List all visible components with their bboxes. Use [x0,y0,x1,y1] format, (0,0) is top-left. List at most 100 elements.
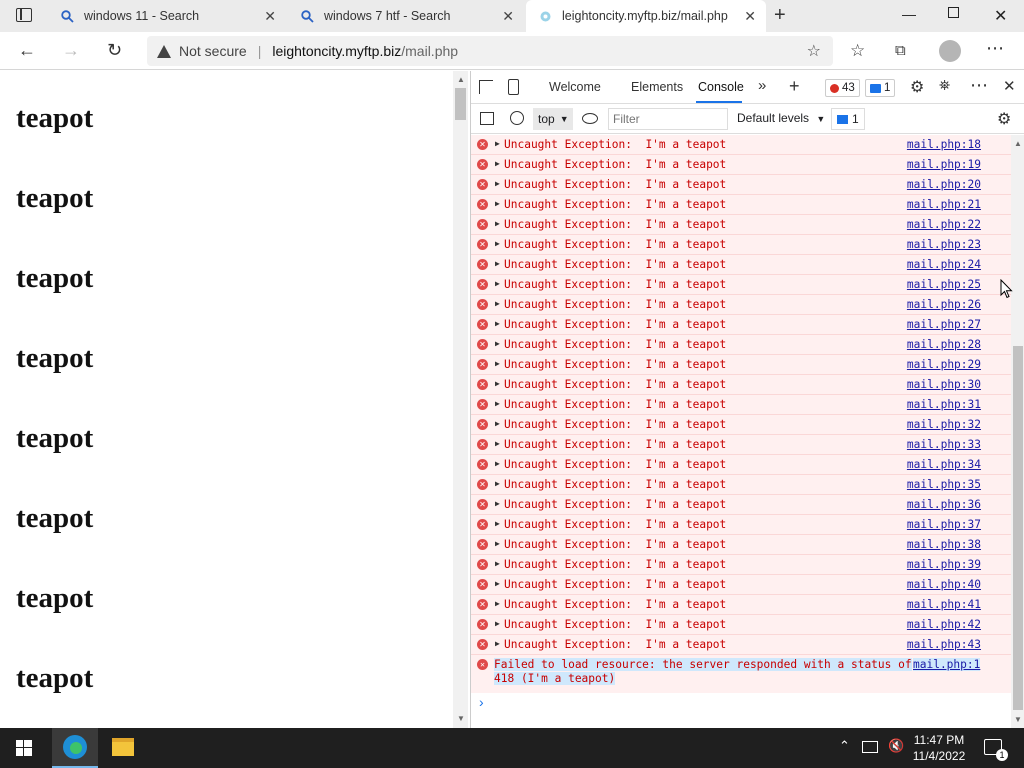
collections-icon[interactable]: ⧉ [895,42,906,59]
close-tab-icon[interactable]: ✕ [744,8,756,25]
expand-triangle-icon[interactable]: ▶ [495,299,500,308]
expand-triangle-icon[interactable]: ▶ [495,259,500,268]
edge-taskbar-icon[interactable] [52,728,98,768]
source-link[interactable]: mail.php:29 [907,358,981,371]
expand-triangle-icon[interactable]: ▶ [495,619,500,628]
console-error-row[interactable]: ✕ ▶ Uncaught Exception: I'm a teapot mail.p… [471,335,1011,355]
source-link[interactable]: mail.php:20 [907,178,981,191]
issues-badge[interactable]: 1 [831,108,865,130]
address-bar[interactable]: Not secure | leightoncity.myftp.biz/mail… [147,36,833,66]
tab-mail-php[interactable]: leightoncity.myftp.biz/mail.php ✕ [526,0,766,32]
refresh-button[interactable]: ↻ [107,40,122,61]
source-link[interactable]: mail.php:28 [907,338,981,351]
console-error-row[interactable]: ✕ ▶ Uncaught Exception: I'm a teapot mail.p… [471,535,1011,555]
console-error-row[interactable]: ✕ ▶ Uncaught Exception: I'm a teapot mail.p… [471,395,1011,415]
close-devtools-icon[interactable]: ✕ [1003,77,1016,95]
clock[interactable]: 11:47 PM 11/4/2022 [910,732,968,764]
back-button[interactable]: ← [18,40,36,61]
console-error-row[interactable]: ✕ ▶ Uncaught Exception: I'm a teapot mail.p… [471,195,1011,215]
console-error-row[interactable]: ✕ ▶ Uncaught Exception: I'm a teapot mail.p… [471,255,1011,275]
expand-triangle-icon[interactable]: ▶ [495,579,500,588]
source-link[interactable]: mail.php:22 [907,218,981,231]
source-link[interactable]: mail.php:30 [907,378,981,391]
scrollbar-thumb[interactable] [1013,346,1023,710]
expand-triangle-icon[interactable]: ▶ [495,319,500,328]
notification-center-icon[interactable]: 1 [984,739,1008,761]
source-link[interactable]: mail.php:18 [907,138,981,151]
live-expression-eye-icon[interactable] [582,113,598,124]
console-error-row[interactable]: ✕ ▶ Uncaught Exception: I'm a teapot mail.p… [471,375,1011,395]
expand-triangle-icon[interactable]: ▶ [495,479,500,488]
source-link[interactable]: mail.php:34 [907,458,981,471]
message-count-badge[interactable]: 1 [865,79,896,97]
console-error-row[interactable]: ✕ ▶ Uncaught Exception: I'm a teapot mail.p… [471,635,1011,655]
source-link[interactable]: mail.php:26 [907,298,981,311]
console-error-row[interactable]: ✕ ▶ Uncaught Exception: I'm a teapot mail.p… [471,435,1011,455]
expand-triangle-icon[interactable]: ▶ [495,399,500,408]
console-error-row[interactable]: ✕ ▶ Uncaught Exception: I'm a teapot mail.p… [471,295,1011,315]
console-error-row[interactable]: ✕ ▶ Uncaught Exception: I'm a teapot mail.p… [471,575,1011,595]
console-error-row[interactable]: ✕ ▶ Uncaught Exception: I'm a teapot mail.p… [471,155,1011,175]
console-error-row[interactable]: ✕ ▶ Uncaught Exception: I'm a teapot mail.p… [471,135,1011,155]
settings-gear-icon[interactable]: ⚙ [910,77,924,97]
tab-console[interactable]: Console [698,80,744,94]
device-emulation-icon[interactable] [508,79,519,95]
scrollbar-up-arrow[interactable]: ▲ [1014,139,1022,148]
expand-triangle-icon[interactable]: ▶ [495,499,500,508]
file-explorer-taskbar-icon[interactable] [112,738,134,756]
more-options-icon[interactable]: ⋯ [970,75,988,96]
console-error-row[interactable]: ✕ ▶ Uncaught Exception: I'm a teapot mail.p… [471,415,1011,435]
console-error-row[interactable]: ✕ ▶ Uncaught Exception: I'm a teapot mail.p… [471,495,1011,515]
expand-triangle-icon[interactable]: ▶ [495,139,500,148]
customize-icon[interactable]: ⛯ [939,77,950,94]
scrollbar-down-arrow[interactable]: ▼ [1014,715,1022,724]
source-link[interactable]: mail.php:40 [907,578,981,591]
sidebar-toggle-icon[interactable] [480,112,494,125]
restore-button[interactable] [948,7,959,18]
volume-icon[interactable]: 🔇 [888,738,904,754]
security-label[interactable]: Not secure [179,43,247,59]
source-link[interactable]: mail.php:31 [907,398,981,411]
console-error-row[interactable]: ✕ ▶ Uncaught Exception: I'm a teapot mail.p… [471,235,1011,255]
tab-windows7-search[interactable]: windows 7 htf - Search ✕ [288,0,524,32]
expand-triangle-icon[interactable]: ▶ [495,639,500,648]
console-error-row[interactable]: ✕ ▶ Uncaught Exception: I'm a teapot mail.p… [471,315,1011,335]
source-link[interactable]: mail.php:33 [907,438,981,451]
new-tab-button[interactable]: + [774,4,786,27]
expand-triangle-icon[interactable]: ▶ [495,219,500,228]
console-error-row[interactable]: ✕ ▶ Uncaught Exception: I'm a teapot mail.p… [471,275,1011,295]
source-link[interactable]: mail.php:32 [907,418,981,431]
close-window-button[interactable]: ✕ [994,6,1007,26]
console-error-row[interactable]: ✕ ▶ Uncaught Exception: I'm a teapot mail.p… [471,175,1011,195]
settings-more-icon[interactable]: ⋯ [986,38,1004,59]
show-hidden-icons[interactable]: ⌃ [839,738,850,754]
tab-elements[interactable]: Elements [631,80,683,94]
expand-triangle-icon[interactable]: ▶ [495,439,500,448]
context-selector[interactable]: top ▼ [533,108,573,130]
close-tab-icon[interactable]: ✕ [502,8,514,25]
console-error-row[interactable]: ✕ ▶ Uncaught Exception: I'm a teapot mail.p… [471,475,1011,495]
source-link[interactable]: mail.php:43 [907,638,981,651]
expand-triangle-icon[interactable]: ▶ [495,179,500,188]
source-link[interactable]: mail.php:42 [907,618,981,631]
source-link[interactable]: mail.php:24 [907,258,981,271]
console-error-row[interactable]: ✕ ▶ Uncaught Exception: I'm a teapot mail.p… [471,555,1011,575]
console-scrollbar[interactable]: ▲ ▼ [1011,135,1024,728]
source-link[interactable]: mail.php:38 [907,538,981,551]
log-levels-dropdown[interactable]: Default levels ▼ [737,111,825,125]
profile-avatar[interactable] [939,40,961,62]
expand-triangle-icon[interactable]: ▶ [495,159,500,168]
inspect-icon[interactable] [479,80,493,94]
expand-triangle-icon[interactable]: ▶ [495,379,500,388]
expand-triangle-icon[interactable]: ▶ [495,539,500,548]
console-error-row[interactable]: ✕ ▶ Uncaught Exception: I'm a teapot mail.p… [471,355,1011,375]
forward-button[interactable]: → [62,40,80,61]
console-error-row[interactable]: ✕ ▶ Uncaught Exception: I'm a teapot mail.p… [471,215,1011,235]
console-error-row[interactable]: ✕ ▶ Uncaught Exception: I'm a teapot mail.p… [471,615,1011,635]
expand-triangle-icon[interactable]: ▶ [495,419,500,428]
more-tabs-icon[interactable]: » [758,77,766,94]
source-link[interactable]: mail.php:25 [907,278,981,291]
source-link[interactable]: mail.php:35 [907,478,981,491]
source-link[interactable]: mail.php:37 [907,518,981,531]
add-tool-icon[interactable]: + [789,76,800,97]
